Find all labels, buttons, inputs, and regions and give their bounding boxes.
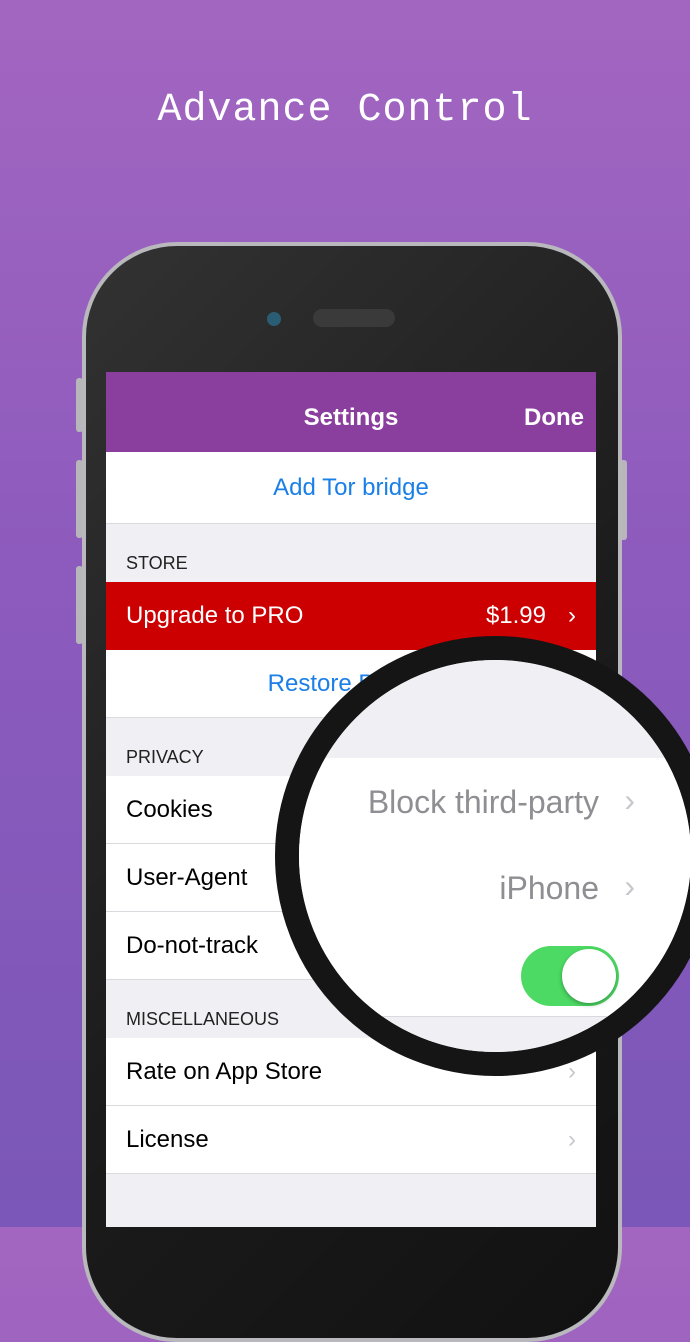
earpiece-speaker <box>313 309 395 327</box>
lens-user-agent-row[interactable]: iPhone › <box>299 844 690 931</box>
miscellaneous-header: MISCELLANEOUS <box>126 1009 280 1029</box>
lens-dnt-row <box>299 930 690 1017</box>
rate-label: Rate on App Store <box>126 1058 323 1085</box>
license-label: License <box>126 1126 209 1153</box>
status-bar <box>106 372 596 380</box>
chevron-right-icon: › <box>624 782 635 818</box>
lens-section-gap <box>299 660 690 758</box>
chevron-right-icon: › <box>624 868 635 904</box>
do-not-track-toggle[interactable] <box>521 946 619 1006</box>
add-tor-bridge-label: Add Tor bridge <box>273 474 429 501</box>
nav-bar: Settings Done <box>106 380 596 452</box>
upgrade-price: $1.99 <box>485 602 546 629</box>
magnifier-lens: Block third-party › iPhone › <box>275 636 690 1076</box>
do-not-track-label: Do-not-track <box>126 932 259 959</box>
front-camera <box>267 312 281 326</box>
headline: Advance Control <box>157 88 533 133</box>
lens-cookies-row[interactable]: Block third-party › <box>299 758 690 845</box>
upgrade-label: Upgrade to PRO <box>126 602 304 629</box>
user-agent-value: iPhone <box>499 870 599 906</box>
cookies-label: Cookies <box>126 796 213 823</box>
toggle-knob <box>562 949 616 1003</box>
license-row[interactable]: License › <box>106 1106 596 1174</box>
privacy-header: PRIVACY <box>126 747 204 767</box>
nav-title: Settings <box>303 404 399 431</box>
user-agent-label: User-Agent <box>126 864 248 891</box>
done-button[interactable]: Done <box>524 404 584 432</box>
add-tor-bridge-row[interactable]: Add Tor bridge <box>106 452 596 524</box>
cookies-value: Block third-party <box>367 784 599 820</box>
store-header: STORE <box>126 553 188 573</box>
chevron-right-icon: › <box>568 602 576 629</box>
section-store: STORE <box>106 524 596 582</box>
chevron-right-icon: › <box>568 1126 576 1153</box>
